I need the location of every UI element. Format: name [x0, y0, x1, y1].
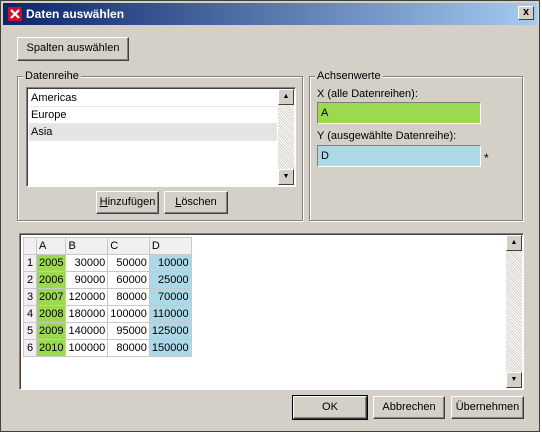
cell-d[interactable]: 125000: [148, 322, 192, 340]
add-series-button[interactable]: Hinzufügen: [96, 191, 159, 214]
row-number: 2: [23, 271, 37, 289]
cell-b[interactable]: 100000: [65, 339, 109, 357]
delete-series-button[interactable]: Löschen: [164, 191, 228, 214]
column-header-a[interactable]: A: [35, 237, 67, 255]
close-icon: x: [522, 6, 530, 18]
cell-b[interactable]: 140000: [65, 322, 109, 340]
required-asterisk: *: [484, 151, 489, 165]
table-row[interactable]: 3 2007 120000 80000 70000: [23, 288, 192, 306]
add-accel: H: [99, 196, 108, 208]
cell-b[interactable]: 120000: [65, 288, 109, 306]
title-bar[interactable]: Daten auswählen x: [3, 3, 537, 25]
series-list-item[interactable]: Asia: [29, 124, 277, 141]
cell-c[interactable]: 80000: [107, 288, 150, 306]
row-number: 4: [23, 305, 37, 323]
x-axis-label: X (alle Datenreihen):: [317, 88, 418, 100]
add-rest: inzufügen: [107, 196, 156, 208]
series-list-item[interactable]: Americas: [29, 90, 277, 107]
table-row[interactable]: 1 2005 30000 50000 10000: [23, 254, 192, 272]
cell-a[interactable]: 2007: [35, 288, 67, 306]
cell-c[interactable]: 60000: [107, 271, 150, 289]
cell-d[interactable]: 10000: [148, 254, 192, 272]
series-scrollbar[interactable]: ▲ ▼: [278, 89, 294, 185]
cancel-button[interactable]: Abbrechen: [373, 396, 445, 419]
cell-d[interactable]: 25000: [148, 271, 192, 289]
apply-button[interactable]: Übernehmen: [451, 396, 524, 419]
scroll-down-icon[interactable]: ▼: [278, 169, 294, 185]
grid-scrollbar[interactable]: ▲ ▼: [506, 235, 522, 388]
column-header-c[interactable]: C: [107, 237, 150, 255]
column-header-d[interactable]: D: [148, 237, 192, 255]
cell-a[interactable]: 2010: [35, 339, 67, 357]
cell-c[interactable]: 95000: [107, 322, 150, 340]
scroll-up-icon[interactable]: ▲: [278, 89, 294, 105]
corner-cell: [23, 237, 37, 255]
table-row[interactable]: 2 2006 90000 60000 25000: [23, 271, 192, 289]
row-number: 1: [23, 254, 37, 272]
table-row[interactable]: 4 2008 180000 100000 110000: [23, 305, 192, 323]
cell-a[interactable]: 2009: [35, 322, 67, 340]
ok-button[interactable]: OK: [292, 395, 368, 420]
dialog-window: Daten auswählen x Spalten auswählen Date…: [0, 0, 540, 432]
app-icon: [8, 7, 22, 21]
cell-d[interactable]: 150000: [148, 339, 192, 357]
close-button[interactable]: x: [518, 6, 534, 20]
series-list-item[interactable]: Europe: [29, 107, 277, 124]
x-axis-field[interactable]: A: [317, 102, 481, 124]
delete-rest: öschen: [181, 196, 217, 208]
window-title: Daten auswählen: [26, 7, 125, 21]
y-axis-label: Y (ausgewählte Datenreihe):: [317, 130, 457, 142]
series-group-label: Datenreihe: [23, 70, 81, 82]
row-number: 6: [23, 339, 37, 357]
cell-d[interactable]: 70000: [148, 288, 192, 306]
grid-scroll-up-icon[interactable]: ▲: [506, 235, 522, 251]
cell-a[interactable]: 2006: [35, 271, 67, 289]
cell-b[interactable]: 180000: [65, 305, 109, 323]
cell-b[interactable]: 30000: [65, 254, 109, 272]
axis-group-label: Achsenwerte: [315, 70, 383, 82]
series-listbox[interactable]: Americas Europe Asia ▲ ▼: [26, 87, 296, 187]
cell-c[interactable]: 50000: [107, 254, 150, 272]
cell-b[interactable]: 90000: [65, 271, 109, 289]
row-number: 5: [23, 322, 37, 340]
data-grid[interactable]: A B C D 1 2005 30000 50000 10000 2 2006 90000 60…: [23, 237, 192, 357]
cell-a[interactable]: 2005: [35, 254, 67, 272]
select-columns-button[interactable]: Spalten auswählen: [17, 37, 129, 61]
grid-scroll-down-icon[interactable]: ▼: [506, 372, 522, 388]
column-header-b[interactable]: B: [65, 237, 109, 255]
row-number: 3: [23, 288, 37, 306]
table-row[interactable]: 6 2010 100000 80000 150000: [23, 339, 192, 357]
table-row[interactable]: 5 2009 140000 95000 125000: [23, 322, 192, 340]
cell-a[interactable]: 2008: [35, 305, 67, 323]
cell-c[interactable]: 80000: [107, 339, 150, 357]
cell-d[interactable]: 110000: [148, 305, 192, 323]
cell-c[interactable]: 100000: [107, 305, 150, 323]
y-axis-field[interactable]: D: [317, 145, 481, 167]
